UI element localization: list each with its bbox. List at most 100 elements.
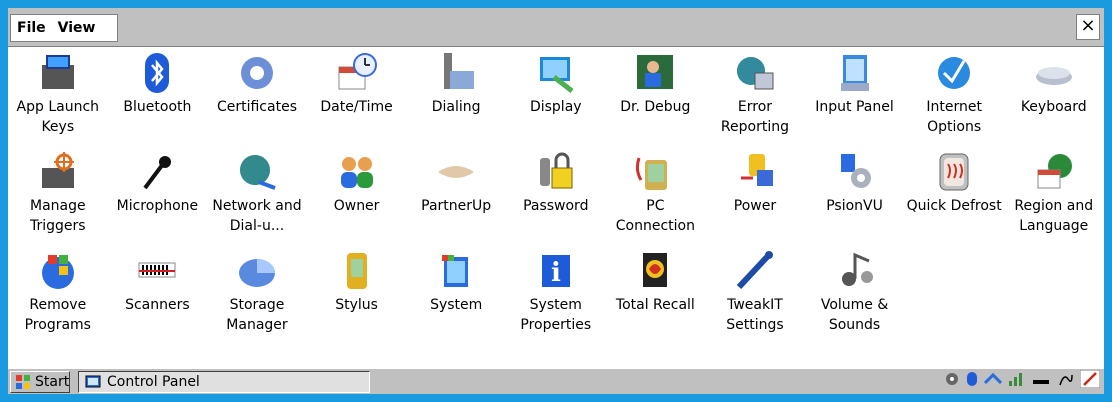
applet-label: TweakIT Settings <box>726 297 784 333</box>
applet-system[interactable]: System <box>406 245 506 344</box>
connection-tray-icon[interactable] <box>983 371 1003 391</box>
psionvu-icon <box>833 150 877 194</box>
volume-sounds-icon <box>833 249 877 293</box>
system-icon <box>434 249 478 293</box>
applet-label: Stylus <box>335 297 378 313</box>
start-label: Start <box>35 374 70 390</box>
applet-label: Internet Options <box>926 99 982 135</box>
app-launch-keys-icon <box>36 51 80 95</box>
applet-pc-connection[interactable]: PC Connection <box>606 146 706 245</box>
tweakit-icon <box>733 249 777 293</box>
applet-network[interactable]: Network and Dial-u... <box>207 146 307 245</box>
applet-error-reporting[interactable]: Error Reporting <box>705 47 805 146</box>
applet-label: Quick Defrost <box>906 198 1002 214</box>
manage-triggers-icon <box>36 150 80 194</box>
applet-password[interactable]: Password <box>506 146 606 245</box>
applet-label: Region and Language <box>1014 198 1094 234</box>
applet-region-language[interactable]: Region and Language <box>1004 146 1104 245</box>
applet-label: Owner <box>333 198 380 214</box>
applet-label: Power <box>733 198 777 214</box>
dialing-icon <box>434 51 478 95</box>
remove-programs-icon <box>36 249 80 293</box>
applet-dr-debug[interactable]: Dr. Debug <box>606 47 706 146</box>
partnerup-icon <box>434 150 478 194</box>
applet-label: Certificates <box>216 99 297 115</box>
applet-label: System <box>430 297 483 313</box>
control-panel-window: File View × App Launch Keys Bluetooth Cert… <box>8 8 1104 394</box>
applet-stylus[interactable]: Stylus <box>307 245 407 344</box>
bluetooth-tray-icon[interactable] <box>966 371 978 391</box>
total-recall-icon <box>633 249 677 293</box>
applet-scanners[interactable]: Scanners <box>108 245 208 344</box>
input-panel-icon <box>833 51 877 95</box>
applet-label: Microphone <box>116 198 199 214</box>
pen-tray-icon[interactable] <box>1079 369 1101 392</box>
storage-manager-icon <box>235 249 279 293</box>
close-button[interactable]: × <box>1076 14 1100 40</box>
start-button[interactable]: Start <box>10 371 70 393</box>
scanners-icon <box>135 249 179 293</box>
applet-label: Remove Programs <box>24 297 91 333</box>
stylus-icon <box>335 249 379 293</box>
applet-app-launch-keys[interactable]: App Launch Keys <box>8 47 108 146</box>
applet-total-recall[interactable]: Total Recall <box>606 245 706 344</box>
applet-grid: App Launch Keys Bluetooth Certificates Date… <box>8 47 1104 344</box>
applet-label: PartnerUp <box>421 198 492 214</box>
system-tray <box>944 369 1101 392</box>
taskbar-control-panel-button[interactable]: Control Panel <box>78 371 370 393</box>
applet-tweakit[interactable]: TweakIT Settings <box>705 245 805 344</box>
menu-bar: File View × <box>8 8 1104 47</box>
applet-power[interactable]: Power <box>705 146 805 245</box>
applet-display[interactable]: Display <box>506 47 606 146</box>
region-language-icon <box>1032 150 1076 194</box>
applet-quick-defrost[interactable]: Quick Defrost <box>904 146 1004 245</box>
applet-input-panel[interactable]: Input Panel <box>805 47 905 146</box>
microphone-icon <box>135 150 179 194</box>
task-label: Control Panel <box>107 374 200 390</box>
applet-label: Network and Dial-u... <box>212 198 302 234</box>
applet-system-properties[interactable]: i System Properties <box>506 245 606 344</box>
password-icon <box>534 150 578 194</box>
applet-label: PC Connection <box>615 198 695 234</box>
applet-owner[interactable]: Owner <box>307 146 407 245</box>
view-menu[interactable]: View <box>52 20 102 36</box>
applet-label: Date/Time <box>320 99 393 115</box>
applet-internet-options[interactable]: Internet Options <box>904 47 1004 146</box>
applet-label: Input Panel <box>815 99 894 115</box>
applet-label: Error Reporting <box>720 99 789 135</box>
control-panel-content: App Launch Keys Bluetooth Certificates Date… <box>8 47 1104 365</box>
taskbar: Start Control Panel <box>8 368 1104 394</box>
applet-label: PsionVU <box>826 198 883 214</box>
date-time-icon <box>335 51 379 95</box>
applet-partnerup[interactable]: PartnerUp <box>406 146 506 245</box>
owner-icon <box>335 150 379 194</box>
applet-remove-programs[interactable]: Remove Programs <box>8 245 108 344</box>
applet-label: Scanners <box>125 297 190 313</box>
network-tray-icon[interactable] <box>944 371 960 391</box>
menu-group: File View <box>10 14 118 42</box>
applet-label: App Launch Keys <box>16 99 100 135</box>
battery-tray-icon[interactable] <box>1032 371 1052 391</box>
file-menu[interactable]: File <box>11 20 52 36</box>
input-tray-icon[interactable] <box>1058 371 1074 391</box>
quick-defrost-icon <box>932 150 976 194</box>
applet-label: System Properties <box>520 297 592 333</box>
applet-label: Dr. Debug <box>620 99 691 115</box>
applet-label: Total Recall <box>615 297 695 313</box>
applet-label: Password <box>523 198 589 214</box>
applet-bluetooth[interactable]: Bluetooth <box>108 47 208 146</box>
signal-tray-icon[interactable] <box>1008 371 1026 391</box>
bluetooth-icon <box>135 51 179 95</box>
applet-microphone[interactable]: Microphone <box>108 146 208 245</box>
applet-certificates[interactable]: Certificates <box>207 47 307 146</box>
applet-label: Storage Manager <box>226 297 288 333</box>
applet-keyboard[interactable]: Keyboard <box>1004 47 1104 146</box>
applet-manage-triggers[interactable]: Manage Triggers <box>8 146 108 245</box>
applet-storage-manager[interactable]: Storage Manager <box>207 245 307 344</box>
keyboard-icon <box>1032 51 1076 95</box>
applet-label: Dialing <box>431 99 481 115</box>
applet-volume-sounds[interactable]: Volume & Sounds <box>805 245 905 344</box>
applet-psionvu[interactable]: PsionVU <box>805 146 905 245</box>
applet-date-time[interactable]: Date/Time <box>307 47 407 146</box>
applet-dialing[interactable]: Dialing <box>406 47 506 146</box>
